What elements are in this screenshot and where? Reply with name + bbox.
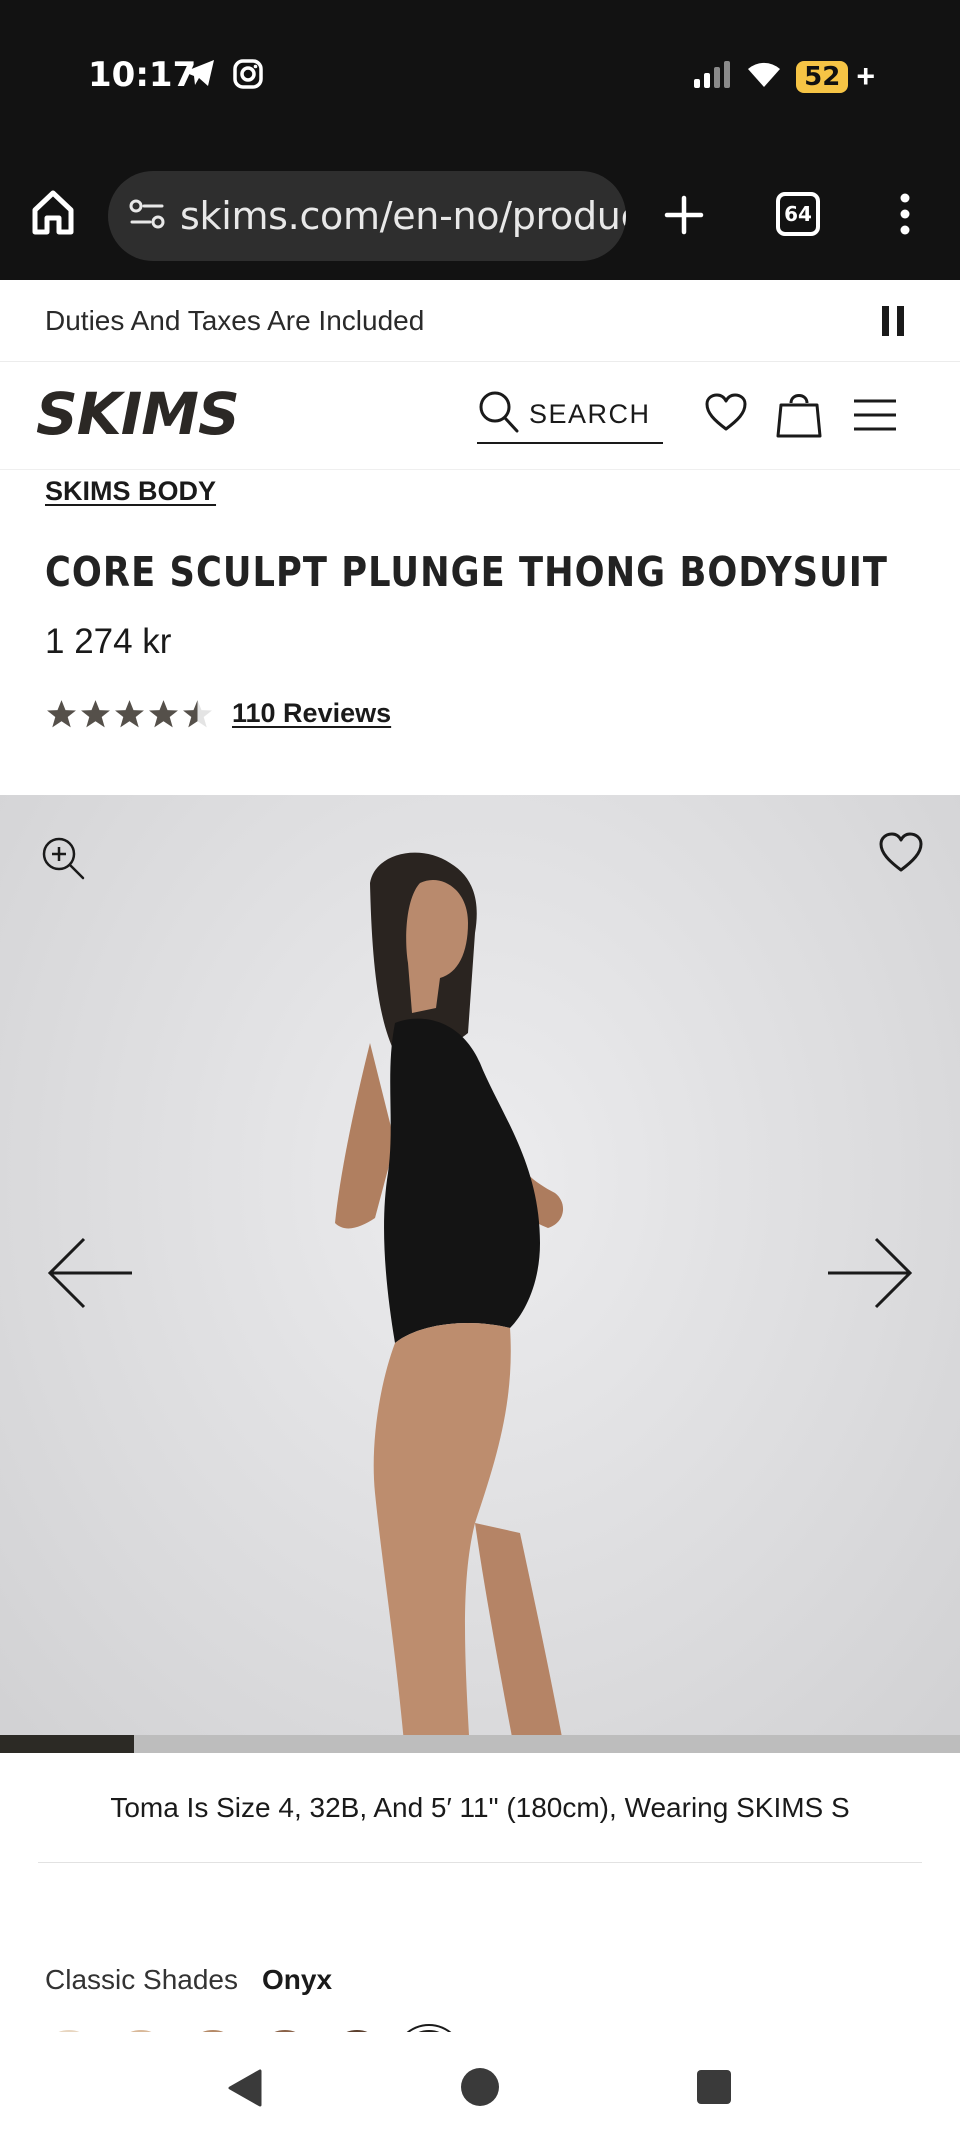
announcement-bar: Duties And Taxes Are Included bbox=[0, 280, 960, 362]
arrow-left-icon[interactable] bbox=[46, 1237, 134, 1314]
android-nav-bar bbox=[0, 2032, 960, 2142]
search-icon bbox=[477, 389, 521, 440]
model-size-caption: Toma Is Size 4, 32B, And 5′ 11" (180cm),… bbox=[110, 1792, 850, 1823]
url-text: skims.com/en-no/products bbox=[180, 194, 626, 238]
nav-home-icon[interactable] bbox=[461, 2068, 499, 2106]
browser-toolbar: skims.com/en-no/products 64 bbox=[0, 150, 960, 280]
collection-link[interactable]: SKIMS BODY bbox=[45, 476, 216, 507]
shade-selector: Classic Shades Onyx bbox=[45, 1964, 332, 1996]
pause-icon[interactable] bbox=[882, 306, 904, 336]
tab-switcher-button[interactable]: 64 bbox=[776, 192, 820, 236]
status-right: 52 + bbox=[692, 58, 875, 95]
star-icon bbox=[115, 699, 144, 727]
new-tab-icon[interactable] bbox=[664, 195, 704, 240]
more-vertical-icon[interactable] bbox=[898, 192, 912, 241]
star-icon bbox=[183, 699, 212, 727]
hamburger-menu-icon[interactable] bbox=[852, 398, 898, 437]
logo-text: SKIMS bbox=[36, 382, 239, 446]
site-header: SKIMS SEARCH bbox=[0, 362, 960, 470]
signal-icon bbox=[692, 59, 732, 94]
shopping-bag-icon[interactable] bbox=[776, 387, 822, 444]
url-bar[interactable]: skims.com/en-no/products bbox=[108, 171, 626, 261]
star-icon bbox=[47, 699, 76, 727]
arrow-right-icon[interactable] bbox=[826, 1237, 914, 1314]
status-time: 10:17 bbox=[88, 55, 197, 95]
reviews-link[interactable]: 110 Reviews bbox=[232, 698, 391, 729]
skims-logo[interactable]: SKIMS bbox=[36, 380, 256, 451]
star-icon bbox=[149, 699, 178, 727]
search-label: SEARCH bbox=[529, 398, 651, 429]
star-rating bbox=[45, 699, 214, 729]
back-icon[interactable] bbox=[226, 2068, 264, 2113]
announcement-text: Duties And Taxes Are Included bbox=[45, 304, 425, 336]
product-title: CORE SCULPT PLUNGE THONG BODYSUIT bbox=[45, 548, 889, 596]
wishlist-heart-icon[interactable] bbox=[704, 392, 748, 437]
shade-group-label: Classic Shades bbox=[45, 1964, 238, 1995]
divider bbox=[38, 1862, 922, 1863]
telegram-icon bbox=[182, 58, 216, 93]
instagram-icon bbox=[232, 58, 264, 95]
status-bar: 10:17 52 + bbox=[0, 0, 960, 150]
favorite-heart-icon[interactable] bbox=[878, 831, 924, 878]
zoom-in-icon[interactable] bbox=[40, 835, 86, 886]
wifi-icon bbox=[746, 59, 782, 94]
gallery-progress-fill bbox=[0, 1735, 135, 1753]
site-settings-icon[interactable] bbox=[128, 197, 166, 236]
product-image-gallery[interactable] bbox=[0, 795, 960, 1753]
search-button[interactable]: SEARCH bbox=[477, 386, 663, 444]
home-icon[interactable] bbox=[30, 188, 76, 241]
battery-indicator: 52 bbox=[796, 60, 849, 93]
recent-apps-icon[interactable] bbox=[697, 2070, 731, 2104]
product-price: 1 274 kr bbox=[45, 622, 172, 661]
selected-shade-name: Onyx bbox=[261, 1964, 333, 1995]
star-icon bbox=[81, 699, 110, 727]
gallery-progress-bar bbox=[0, 1735, 960, 1753]
product-rating[interactable]: 110 Reviews bbox=[45, 698, 391, 729]
product-photo bbox=[300, 843, 660, 1753]
battery-charging-icon: + bbox=[856, 58, 875, 94]
